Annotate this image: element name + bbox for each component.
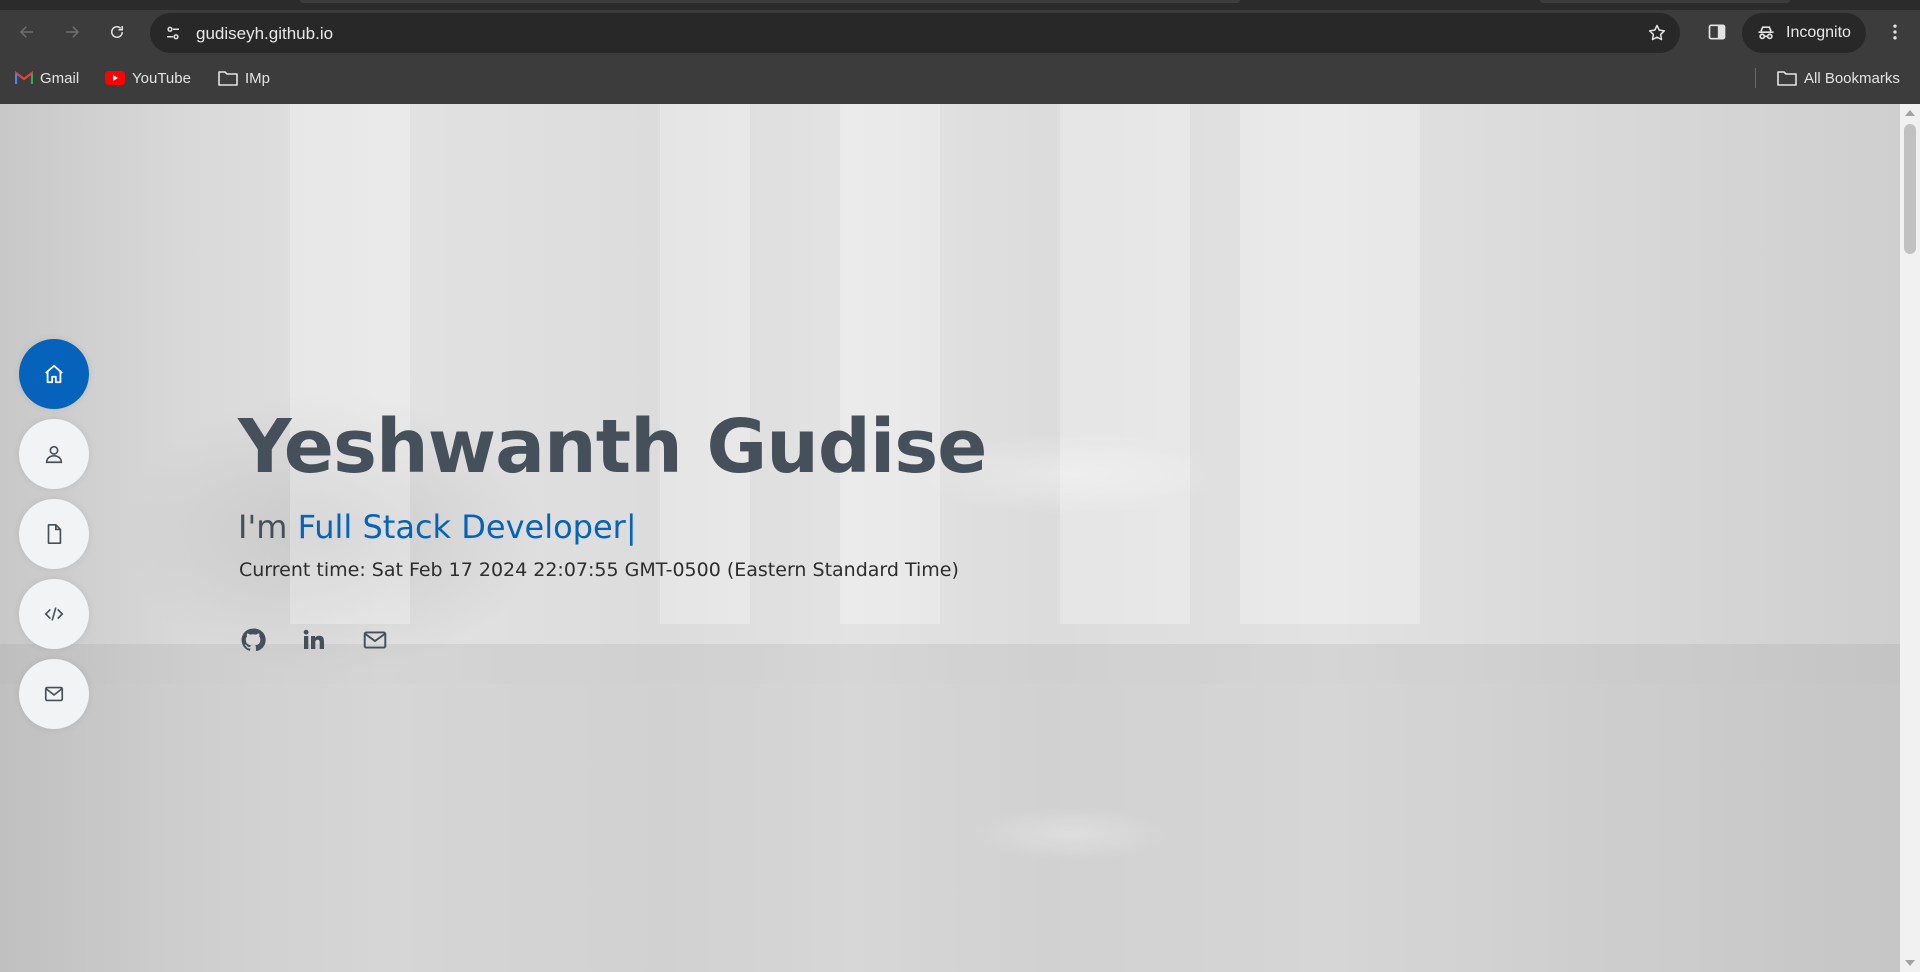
tab-strip xyxy=(0,0,1920,10)
current-time: Current time: Sat Feb 17 2024 22:07:55 G… xyxy=(239,559,959,581)
browser-toolbar: gudiseyh.github.io Incognito xyxy=(0,10,1920,53)
background-decor xyxy=(660,104,750,624)
github-link[interactable] xyxy=(238,625,268,655)
bookmarks-bar: Gmail YouTube IMp All Bookmarks xyxy=(0,53,1920,104)
folder-icon xyxy=(1777,70,1797,86)
bookmark-youtube[interactable]: YouTube xyxy=(105,65,191,91)
envelope-icon xyxy=(44,686,64,702)
tab-edge xyxy=(300,0,1240,3)
back-button[interactable] xyxy=(10,15,44,49)
kebab-menu-icon xyxy=(1893,24,1897,40)
arrow-left-icon xyxy=(19,26,33,38)
typed-role: Full Stack Developer| xyxy=(297,508,637,546)
bookmark-gmail[interactable]: Gmail xyxy=(15,65,79,91)
scroll-up-arrow[interactable] xyxy=(1905,110,1915,116)
bookmark-folder-imp[interactable]: IMp xyxy=(218,65,270,91)
bookmark-label: IMp xyxy=(245,69,271,87)
bookmark-label: Gmail xyxy=(40,69,80,87)
bookmark-star-button[interactable] xyxy=(1644,20,1670,46)
background-decor xyxy=(840,104,940,624)
background-decor xyxy=(0,644,1900,684)
side-panel-button[interactable] xyxy=(1700,15,1734,49)
bookmarks-divider xyxy=(1755,68,1756,88)
star-icon xyxy=(1648,24,1666,41)
youtube-icon xyxy=(105,71,125,85)
nav-home-button[interactable] xyxy=(19,339,89,409)
nav-projects-button[interactable] xyxy=(19,579,89,649)
all-bookmarks-button[interactable]: All Bookmarks xyxy=(1777,65,1900,91)
background-decor xyxy=(1240,104,1420,624)
code-icon xyxy=(44,607,64,621)
forward-button[interactable] xyxy=(55,15,89,49)
person-icon xyxy=(45,445,63,464)
scrollbar-thumb[interactable] xyxy=(1904,124,1916,254)
nav-about-button[interactable] xyxy=(19,419,89,489)
scroll-down-arrow[interactable] xyxy=(1905,960,1915,966)
email-link[interactable] xyxy=(360,625,390,655)
bookmark-label: YouTube xyxy=(132,69,191,87)
background-decor xyxy=(290,104,410,624)
browser-menu-button[interactable] xyxy=(1878,15,1912,49)
reload-icon xyxy=(111,26,123,38)
background-decor xyxy=(0,684,1900,972)
incognito-badge[interactable]: Incognito xyxy=(1742,13,1866,53)
github-icon xyxy=(241,628,266,652)
page-scrollbar[interactable] xyxy=(1900,104,1920,972)
incognito-icon xyxy=(1758,26,1774,40)
incognito-label: Incognito xyxy=(1786,24,1851,41)
nav-resume-button[interactable] xyxy=(19,499,89,569)
home-icon xyxy=(45,364,63,384)
gmail-icon xyxy=(15,71,33,85)
page-viewport: Yeshwanth Gudise I'm Full Stack Develope… xyxy=(0,104,1900,972)
reload-button[interactable] xyxy=(100,15,134,49)
envelope-icon xyxy=(363,631,387,649)
file-icon xyxy=(47,524,62,544)
background-decor xyxy=(1060,104,1190,624)
linkedin-icon xyxy=(303,629,324,649)
url-text[interactable]: gudiseyh.github.io xyxy=(196,24,333,44)
all-bookmarks-label: All Bookmarks xyxy=(1804,69,1900,87)
hero-name: Yeshwanth Gudise xyxy=(238,404,987,490)
tune-icon xyxy=(167,26,179,40)
side-panel-icon xyxy=(1708,24,1726,40)
site-info-button[interactable] xyxy=(160,20,186,46)
hero-prefix: I'm xyxy=(238,508,298,546)
tab-edge xyxy=(1540,0,1790,3)
folder-icon xyxy=(218,70,238,86)
linkedin-link[interactable] xyxy=(299,625,329,655)
arrow-right-icon xyxy=(66,26,80,38)
address-bar[interactable]: gudiseyh.github.io xyxy=(150,13,1680,53)
hero-subtitle: I'm Full Stack Developer| xyxy=(238,508,637,546)
nav-contact-button[interactable] xyxy=(19,659,89,729)
